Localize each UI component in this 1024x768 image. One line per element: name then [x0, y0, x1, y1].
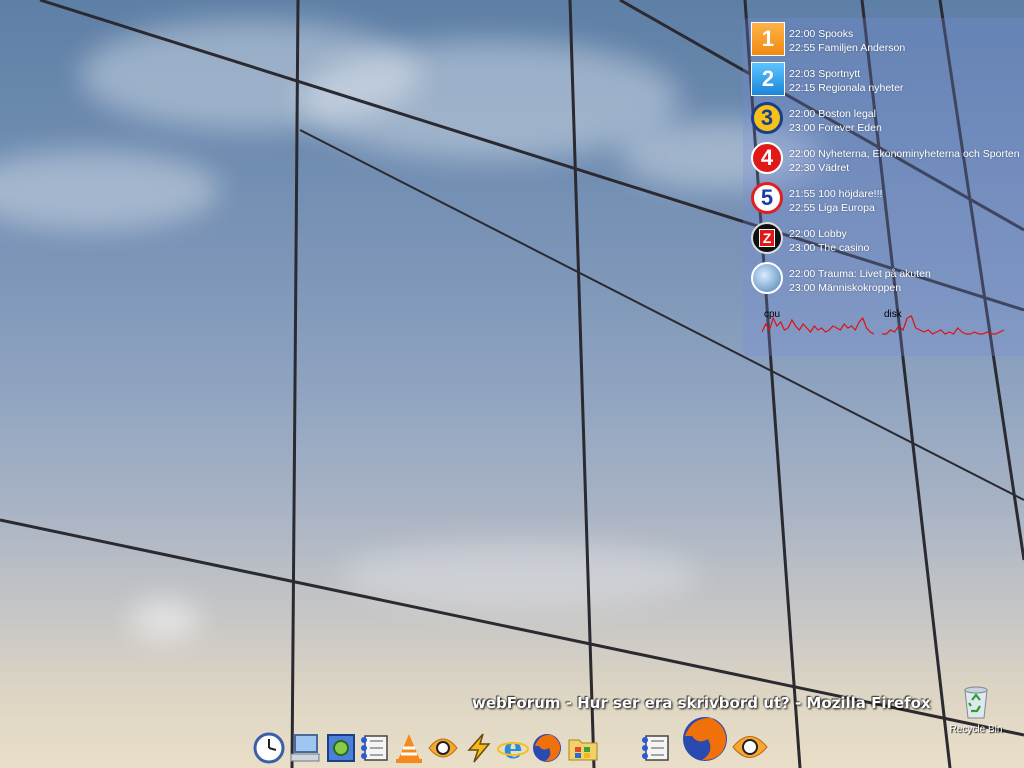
running-media-player-icon[interactable] — [731, 728, 769, 766]
tv3-logo-icon: 3 — [751, 102, 783, 134]
discovery-logo-icon — [751, 262, 783, 294]
recycle-bin-icon — [964, 686, 988, 719]
cpu-graph — [762, 316, 874, 335]
tv-program-now: 22:00 Spooks — [789, 28, 854, 40]
svt2-logo-icon: 2 — [751, 62, 785, 96]
tv-program-now: 21:55 100 höjdare!!! — [789, 188, 883, 200]
tv-program-now: 22:00 Boston legal — [789, 108, 876, 120]
disk-graph — [882, 315, 1004, 335]
internet-explorer-icon[interactable]: e — [497, 732, 529, 764]
clock-icon[interactable] — [253, 732, 285, 764]
firefox-icon[interactable] — [531, 732, 563, 764]
tv-program-now: 22:00 Trauma: Livet på akuten — [789, 268, 931, 280]
task-manager-icon[interactable] — [359, 732, 391, 764]
active-window-title[interactable]: webForum - Hur ser era skrivbord ut? - M… — [472, 694, 931, 712]
kanal5-logo-icon: 5 — [751, 182, 783, 214]
tv-program-now: 22:00 Nyheterna, Ekonominyheterna och Sp… — [789, 148, 1020, 160]
control-panel-icon[interactable] — [325, 732, 357, 764]
tv-program-next: 22:30 Vädret — [789, 162, 850, 174]
tv-program-next: 23:00 Forever Eden — [789, 122, 882, 134]
svg-text:e: e — [503, 732, 522, 764]
tv-program-next: 23:00 Människokroppen — [789, 282, 902, 294]
recycle-bin[interactable] — [956, 684, 996, 725]
tv-program-next: 22:55 Liga Europa — [789, 202, 875, 214]
vlc-icon[interactable] — [393, 732, 425, 764]
tv-program-next: 22:55 Familjen Anderson — [789, 42, 906, 54]
recycle-bin-label: Recycle Bin — [949, 724, 1003, 735]
media-player-icon[interactable] — [427, 732, 459, 764]
running-firefox-icon[interactable] — [680, 714, 730, 764]
winamp-icon[interactable] — [463, 732, 495, 764]
my-computer-icon[interactable] — [289, 732, 321, 764]
running-task-manager-icon[interactable] — [640, 732, 672, 764]
tv-program-next: 22:15 Regionala nyheter — [789, 82, 904, 94]
tv-program-now: 22:03 Sportnytt — [789, 68, 861, 80]
ztv-logo-icon: Z — [751, 222, 783, 254]
disk-graph-line — [882, 315, 1004, 335]
tv-program-next: 23:00 The casino — [789, 242, 870, 254]
tv4-logo-icon: 4 — [751, 142, 783, 174]
tv-program-now: 22:00 Lobby — [789, 228, 847, 240]
svt1-logo-icon: 1 — [751, 22, 785, 56]
explorer-folder-icon[interactable] — [567, 732, 599, 764]
cpu-graph-line — [762, 316, 874, 335]
